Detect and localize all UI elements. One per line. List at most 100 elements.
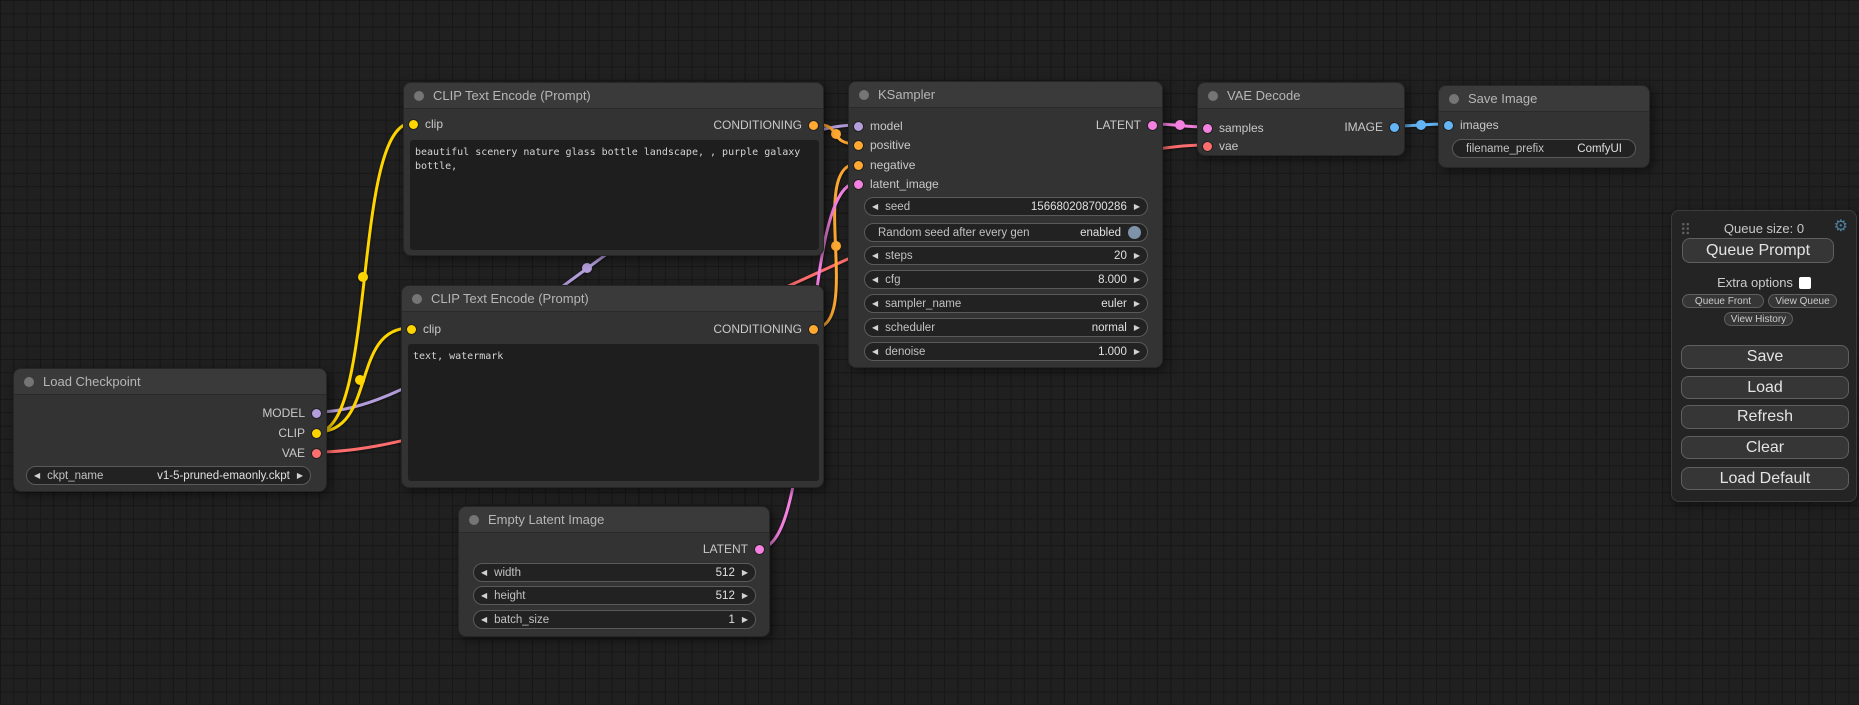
increment-arrow-icon[interactable] [1127,252,1147,260]
increment-arrow-icon[interactable] [290,472,310,480]
wire-midpoint-dot [1175,120,1185,130]
images-input-port[interactable] [1444,121,1453,130]
node-empty-latent-image[interactable]: Empty Latent Image LATENT width 512 heig… [458,506,770,637]
latent-output-port[interactable] [1148,121,1157,130]
conditioning-output-port[interactable] [809,121,818,130]
model-output-port[interactable] [312,409,321,418]
collapse-dot-icon[interactable] [1208,91,1218,101]
node-load-checkpoint[interactable]: Load Checkpoint MODEL CLIP VAE ckpt_name… [13,368,327,492]
node-clip-text-encode-negative[interactable]: CLIP Text Encode (Prompt) clip CONDITION… [401,285,824,488]
node-title: Empty Latent Image [488,512,604,527]
node-clip-text-encode-positive[interactable]: CLIP Text Encode (Prompt) clip CONDITION… [403,82,824,256]
prompt-textarea[interactable]: beautiful scenery nature glass bottle la… [410,140,819,250]
increment-arrow-icon[interactable] [1127,324,1147,332]
filename-prefix-widget[interactable]: filename_prefix ComfyUI [1452,139,1636,158]
collapse-dot-icon[interactable] [24,377,34,387]
collapse-dot-icon[interactable] [1449,94,1459,104]
increment-arrow-icon[interactable] [1127,276,1147,284]
decrement-arrow-icon[interactable] [865,252,885,260]
node-title: Load Checkpoint [43,374,141,389]
node-vae-decode[interactable]: VAE Decode samples vae IMAGE [1197,82,1405,156]
height-widget[interactable]: height 512 [473,586,756,605]
clear-button[interactable]: Clear [1681,436,1849,459]
collapse-dot-icon[interactable] [469,515,479,525]
decrement-arrow-icon[interactable] [474,592,494,600]
decrement-arrow-icon[interactable] [865,348,885,356]
width-widget[interactable]: width 512 [473,563,756,582]
samples-input-port[interactable] [1203,124,1212,133]
input-model: model [854,117,903,135]
input-negative: negative [854,156,915,174]
collapse-dot-icon[interactable] [859,90,869,100]
decrement-arrow-icon[interactable] [865,203,885,211]
port-label: samples [1219,121,1264,135]
decrement-arrow-icon[interactable] [27,472,47,480]
node-title-bar[interactable]: CLIP Text Encode (Prompt) [404,83,823,109]
seed-widget[interactable]: seed 156680208700286 [864,197,1148,216]
image-output-port[interactable] [1390,123,1399,132]
scheduler-widget[interactable]: scheduler normal [864,318,1148,337]
clip-output-port[interactable] [312,429,321,438]
input-positive: positive [854,136,911,154]
port-label: VAE [282,446,305,460]
ckpt-name-widget[interactable]: ckpt_name v1-5-pruned-emaonly.ckpt [26,466,311,485]
batch-size-widget[interactable]: batch_size 1 [473,610,756,629]
widget-label: steps [885,250,913,262]
queue-front-button[interactable]: Queue Front [1682,294,1764,308]
increment-arrow-icon[interactable] [735,569,755,577]
queue-prompt-button[interactable]: Queue Prompt [1682,238,1834,263]
node-title-bar[interactable]: Save Image [1439,86,1649,112]
increment-arrow-icon[interactable] [1127,203,1147,211]
extra-options-checkbox[interactable] [1799,277,1811,289]
view-queue-button[interactable]: View Queue [1768,294,1837,308]
load-button[interactable]: Load [1681,376,1849,399]
widget-value: 1.000 [1098,346,1127,358]
vae-output-port[interactable] [312,449,321,458]
node-title-bar[interactable]: Empty Latent Image [459,507,769,533]
node-save-image[interactable]: Save Image images filename_prefix ComfyU… [1438,85,1650,168]
cfg-widget[interactable]: cfg 8.000 [864,270,1148,289]
denoise-widget[interactable]: denoise 1.000 [864,342,1148,361]
node-title-bar[interactable]: VAE Decode [1198,83,1404,109]
increment-arrow-icon[interactable] [1127,348,1147,356]
increment-arrow-icon[interactable] [735,616,755,624]
decrement-arrow-icon[interactable] [865,300,885,308]
clip-input-port[interactable] [407,325,416,334]
node-title-bar[interactable]: CLIP Text Encode (Prompt) [402,286,823,312]
decrement-arrow-icon[interactable] [865,276,885,284]
toggle-enabled-dot-icon[interactable] [1128,226,1141,239]
decrement-arrow-icon[interactable] [474,569,494,577]
increment-arrow-icon[interactable] [1127,300,1147,308]
output-model: MODEL [262,404,321,422]
random-seed-toggle[interactable]: Random seed after every gen enabled [864,223,1148,242]
decrement-arrow-icon[interactable] [865,324,885,332]
widget-label: batch_size [494,614,549,626]
positive-input-port[interactable] [854,141,863,150]
node-title-bar[interactable]: Load Checkpoint [14,369,326,395]
refresh-button[interactable]: Refresh [1681,405,1849,429]
increment-arrow-icon[interactable] [735,592,755,600]
decrement-arrow-icon[interactable] [474,616,494,624]
node-graph-canvas[interactable]: Load Checkpoint MODEL CLIP VAE ckpt_name… [0,0,1859,705]
drag-handle-icon[interactable] [1681,222,1690,235]
clip-input-port[interactable] [409,120,418,129]
queue-size-label: Queue size: 0 [1672,221,1856,236]
latent-image-input-port[interactable] [854,180,863,189]
vae-input-port[interactable] [1203,142,1212,151]
latent-output-port[interactable] [755,545,764,554]
collapse-dot-icon[interactable] [414,91,424,101]
conditioning-output-port[interactable] [809,325,818,334]
steps-widget[interactable]: steps 20 [864,246,1148,265]
save-button[interactable]: Save [1681,345,1849,369]
gear-icon[interactable]: ⚙ [1834,219,1848,235]
model-input-port[interactable] [854,122,863,131]
negative-input-port[interactable] [854,161,863,170]
collapse-dot-icon[interactable] [412,294,422,304]
prompt-textarea[interactable]: text, watermark [408,344,819,481]
load-default-button[interactable]: Load Default [1681,467,1849,490]
node-title-bar[interactable]: KSampler [849,82,1162,108]
node-ksampler[interactable]: KSampler model positive negative latent_… [848,81,1163,368]
port-label: clip [425,117,443,131]
view-history-button[interactable]: View History [1724,312,1793,326]
sampler-name-widget[interactable]: sampler_name euler [864,294,1148,313]
